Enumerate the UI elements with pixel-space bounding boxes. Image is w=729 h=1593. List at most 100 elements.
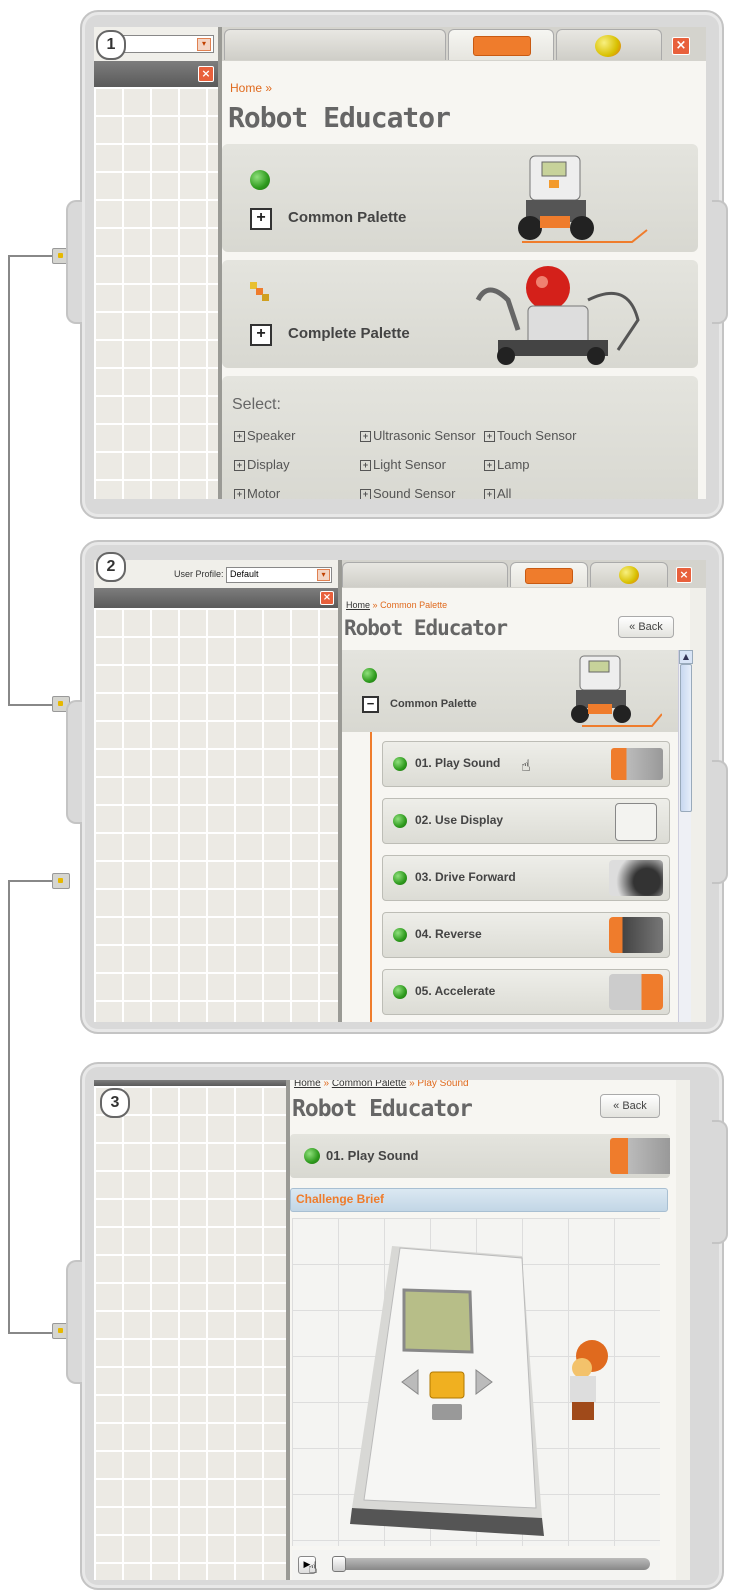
select-item-sound[interactable]: + Sound Sensor (360, 486, 455, 499)
nxt-brick-image (350, 1246, 608, 1536)
lesson-item[interactable]: 04. Reverse (382, 912, 670, 958)
close-icon[interactable]: × (672, 37, 690, 55)
lesson-item[interactable]: 01. Play Sound ☝ (382, 741, 670, 787)
frame-edge (712, 1120, 728, 1244)
progress-thumb[interactable] (332, 1556, 346, 1572)
tab-blank[interactable] (224, 29, 446, 60)
frame-edge (66, 1260, 82, 1384)
common-palette-card[interactable]: − Common Palette (342, 650, 690, 732)
status-dot-icon (393, 928, 407, 942)
complete-palette-label: Complete Palette (288, 325, 410, 342)
profile-dropdown[interactable]: ▾ (114, 35, 214, 53)
breadcrumb-separator: » (409, 1080, 415, 1089)
breadcrumb-common-palette[interactable]: Common Palette (332, 1080, 406, 1089)
frame-edge (712, 760, 728, 884)
lesson-label: 01. Play Sound (415, 756, 501, 770)
page-title: Robot Educator (292, 1096, 473, 1122)
challenge-brief-label: Challenge Brief (296, 1192, 385, 1206)
programming-canvas[interactable] (94, 87, 218, 499)
tab-help[interactable] (590, 562, 668, 587)
breadcrumb-home[interactable]: Home (294, 1080, 321, 1089)
frame-edge (66, 700, 82, 824)
step3-screen: Home » Common Palette » Play Sound Robot… (94, 1080, 690, 1580)
lesson-label: 05. Accelerate (415, 984, 496, 998)
breadcrumb-separator: » (323, 1080, 330, 1089)
breadcrumb: Home » Common Palette (346, 600, 447, 610)
programming-canvas[interactable] (94, 608, 338, 1022)
brick-icon (473, 36, 531, 56)
common-palette-label: Common Palette (288, 209, 407, 226)
lesson-item[interactable]: 02. Use Display (382, 798, 670, 844)
select-item-touch[interactable]: + Touch Sensor (484, 428, 577, 443)
back-button[interactable]: « Back (618, 616, 674, 638)
cursor-hand-icon: ☝ (521, 756, 531, 775)
lesson-thumbnail (609, 917, 663, 953)
challenge-video[interactable] (292, 1218, 660, 1546)
expand-plus-icon[interactable]: + (250, 324, 272, 346)
page-title: Robot Educator (228, 101, 451, 134)
status-dot-icon (393, 757, 407, 771)
lesson-thumbnail (615, 803, 657, 841)
step-number-badge: 3 (100, 1088, 130, 1118)
breadcrumb-home[interactable]: Home (230, 81, 262, 95)
select-item-all[interactable]: + All (484, 486, 511, 499)
tab-blank[interactable] (342, 562, 508, 587)
breadcrumb-separator: » (372, 600, 378, 610)
common-palette-label: Common Palette (390, 698, 477, 710)
frame-edge (712, 200, 728, 324)
step-number-badge: 1 (96, 30, 126, 60)
lesson-thumbnail (611, 748, 663, 780)
programming-canvas[interactable] (94, 1086, 286, 1580)
educator-pane: Home » Common Palette Robot Educator « B… (342, 588, 690, 1022)
step-number-badge: 2 (96, 552, 126, 582)
step1-screen: ▾ × × Home » Robot Educator + Common Pal… (94, 27, 706, 499)
breadcrumb-separator: » (265, 81, 273, 95)
chevron-down-icon[interactable]: ▾ (317, 569, 330, 581)
complete-palette-card[interactable]: + Complete Palette (222, 260, 698, 368)
progress-track[interactable] (332, 1556, 650, 1572)
challenge-brief-bar[interactable]: Challenge Brief (290, 1188, 668, 1212)
scrollbar[interactable]: ▲ (678, 650, 693, 1022)
tab-help[interactable] (556, 29, 662, 60)
user-profile-dropdown[interactable]: Default ▾ (226, 567, 332, 583)
status-dot-icon (393, 985, 407, 999)
breadcrumb: Home » Common Palette » Play Sound (294, 1080, 469, 1089)
scroll-up-icon[interactable]: ▲ (679, 650, 693, 664)
lesson-item[interactable]: 05. Accelerate (382, 969, 670, 1015)
close-icon[interactable]: × (320, 591, 334, 605)
breadcrumb-home[interactable]: Home (346, 600, 370, 610)
lesson-title: 01. Play Sound (326, 1148, 419, 1163)
select-item-speaker[interactable]: + Speaker (234, 428, 295, 443)
select-item-motor[interactable]: + Motor (234, 486, 280, 499)
select-item-ultrasonic[interactable]: + Ultrasonic Sensor (360, 428, 476, 443)
select-item-lamp[interactable]: + Lamp (484, 457, 530, 472)
collapse-minus-icon[interactable]: − (362, 696, 379, 713)
breadcrumb-current: Play Sound (417, 1080, 469, 1089)
help-icon (595, 35, 621, 57)
lesson-item[interactable]: 03. Drive Forward (382, 855, 670, 901)
connector-port (52, 873, 70, 889)
tree-line (370, 732, 372, 1022)
select-item-light[interactable]: + Light Sensor (360, 457, 446, 472)
close-icon[interactable]: × (198, 66, 214, 82)
close-icon[interactable]: × (676, 567, 692, 583)
lesson-thumbnail (609, 860, 663, 896)
status-dot-icon (393, 871, 407, 885)
lesson-label: 04. Reverse (415, 927, 482, 941)
select-card: Select: + Speaker + Ultrasonic Sensor + Tou… (222, 376, 698, 499)
lesson-label: 03. Drive Forward (415, 870, 516, 884)
select-label: Select: (232, 396, 281, 413)
frame-edge (66, 200, 82, 324)
robot-image (571, 655, 662, 727)
back-button[interactable]: « Back (600, 1094, 660, 1118)
scrollbar-thumb[interactable] (680, 664, 692, 812)
tab-robot-educator[interactable] (510, 562, 588, 587)
educator-pane: Home » Robot Educator + Common Palette +… (222, 61, 706, 499)
tab-robot-educator[interactable] (448, 29, 554, 60)
brick-icon (525, 568, 573, 584)
select-item-display[interactable]: + Display (234, 457, 290, 472)
expand-plus-icon[interactable]: + (250, 208, 272, 230)
common-palette-card[interactable]: + Common Palette (222, 144, 698, 252)
chevron-down-icon[interactable]: ▾ (197, 38, 211, 51)
lesson-header-card: 01. Play Sound (290, 1134, 670, 1178)
